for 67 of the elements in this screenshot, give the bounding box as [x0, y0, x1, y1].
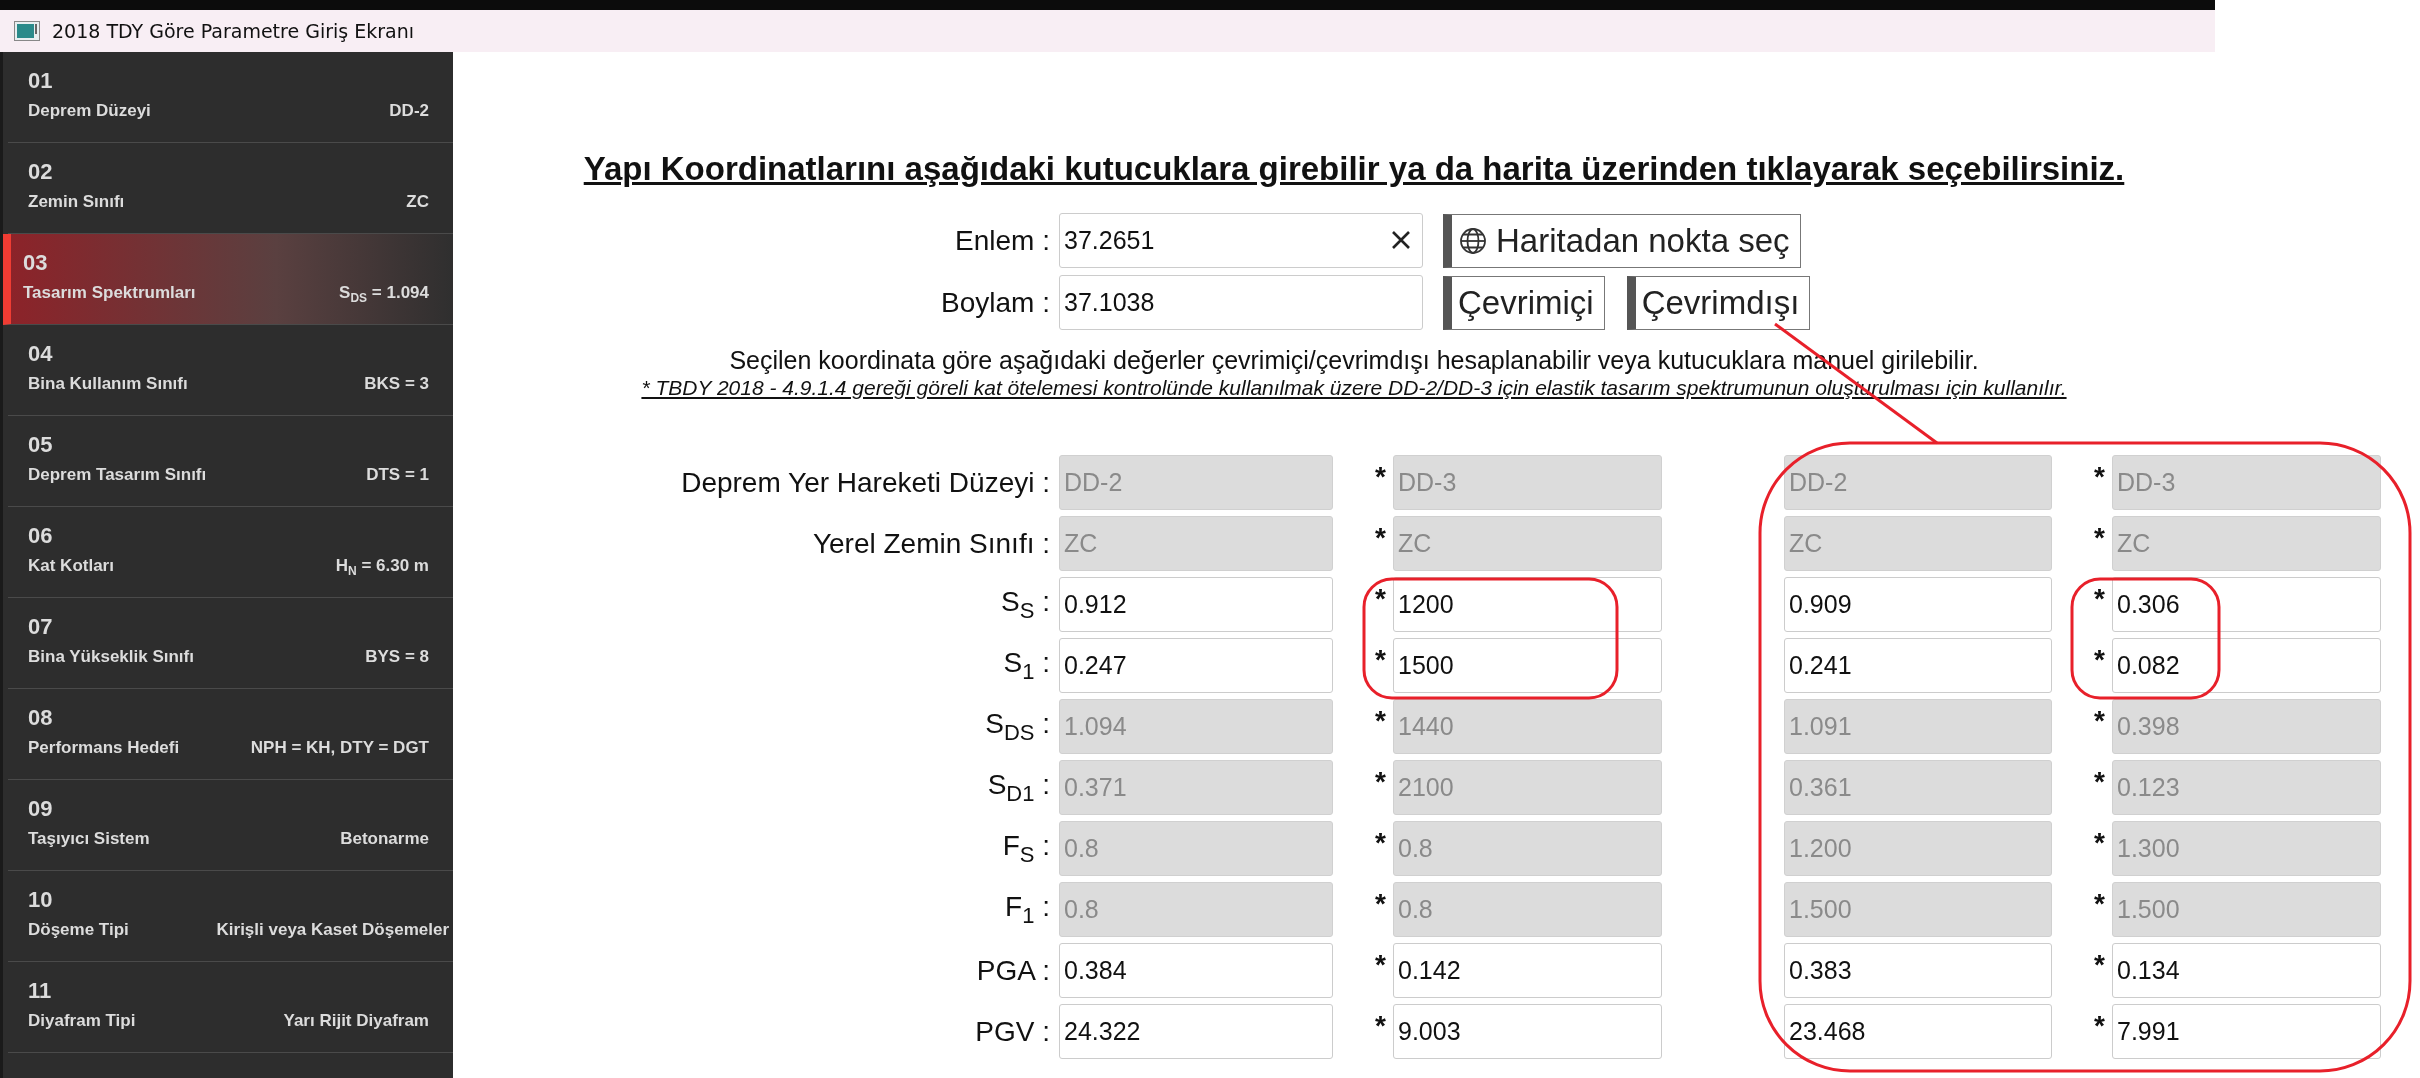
value-field[interactable]: 9.003: [1393, 1004, 1662, 1059]
value-field[interactable]: 0.082: [2112, 638, 2381, 693]
parameter-label: F$_{S}$ :: [1001, 829, 1050, 868]
required-mark: *: [1375, 887, 1387, 918]
sidebar-item[interactable]: 09 Taşıyıcı Sistem Betonarme: [8, 780, 453, 871]
required-mark: *: [1375, 460, 1387, 491]
parameter-label: S$_{S}$ :: [1000, 585, 1050, 624]
value-field[interactable]: 0.247: [1059, 638, 1333, 693]
coordinate-field[interactable]: 37.2651: [1059, 213, 1423, 268]
value-field[interactable]: 0.912: [1059, 577, 1333, 632]
instruction-heading: Yapı Koordinatlarını aşağıdaki kutucuklara girebilir ya da harita üzerinden tıklayarak seçebilirsiniz.: [582, 150, 2126, 189]
required-mark: *: [1375, 1009, 1387, 1040]
value-field[interactable]: 0.383: [1784, 943, 2052, 998]
coordinate-field[interactable]: 37.1038: [1059, 275, 1423, 330]
sidebar-item[interactable]: 04 Bina Kullanım Sınıfı BKS = 3: [8, 325, 453, 416]
window-title: 2018 TDY Göre Parametre Giriş Ekranı: [52, 20, 414, 42]
field-label: Boylam :: [940, 286, 1050, 319]
parameter-label: PGA :: [975, 954, 1050, 987]
action-button[interactable]: Haritadan nokta seç: [1443, 213, 1801, 268]
action-button[interactable]: Çevrimiçi: [1443, 275, 1605, 330]
sidebar-item[interactable]: 03 Tasarım Spektrumları S$_{DS}$ = 1.094: [3, 234, 453, 325]
parameter-label: Deprem Yer Hareketi Düzeyi :: [680, 466, 1050, 499]
app-icon: [14, 21, 40, 41]
value-field[interactable]: 0.306: [2112, 577, 2381, 632]
required-mark: *: [1375, 643, 1387, 674]
required-mark: *: [2094, 887, 2106, 918]
sidebar-item[interactable]: 01 Deprem Düzeyi DD-2: [8, 52, 453, 143]
globe-icon: [1458, 225, 1488, 256]
value-field[interactable]: 23.468: [1784, 1004, 2052, 1059]
value-field[interactable]: 0.134: [2112, 943, 2381, 998]
required-mark: *: [1375, 826, 1387, 857]
sidebar-item[interactable]: 11 Diyafram Tipi Yarı Rijit Diyafram: [8, 962, 453, 1053]
value-field[interactable]: 0.142: [1393, 943, 1662, 998]
value-field[interactable]: 24.322: [1059, 1004, 1333, 1059]
required-mark: *: [2094, 704, 2106, 735]
required-mark: *: [2094, 643, 2106, 674]
required-mark: *: [2094, 765, 2106, 796]
value-field[interactable]: 0.241: [1784, 638, 2052, 693]
field-label: Enlem :: [954, 224, 1050, 257]
required-mark: *: [2094, 582, 2106, 613]
parameter-label: S$_{1}$ :: [1002, 646, 1050, 685]
parameter-label: PGV :: [974, 1015, 1050, 1048]
required-mark: *: [1375, 948, 1387, 979]
action-button[interactable]: Çevrimdışı: [1626, 275, 1811, 330]
value-field[interactable]: 0.909: [1784, 577, 2052, 632]
sidebar-item[interactable]: 07 Bina Yükseklik Sınıfı BYS = 8: [8, 598, 453, 689]
value-field[interactable]: 0.384: [1059, 943, 1333, 998]
sidebar-item[interactable]: 06 Kat Kotları H$_{N}$ = 6.30 m: [8, 507, 453, 598]
value-field[interactable]: 1500: [1393, 638, 1662, 693]
required-mark: *: [1375, 765, 1387, 796]
required-mark: *: [1375, 582, 1387, 613]
parameter-label: F$_{1}$ :: [1004, 890, 1050, 929]
required-mark: *: [2094, 948, 2106, 979]
sidebar-item[interactable]: 08 Performans Hedefi NPH = KH, DTY = DGT: [8, 689, 453, 780]
parameter-label: S$_{DS}$ :: [984, 707, 1050, 746]
parameter-label: Yerel Zemin Sınıfı :: [811, 527, 1050, 560]
required-mark: *: [1375, 521, 1387, 552]
parameter-label: S$_{D1}$ :: [986, 768, 1050, 807]
sidebar-item[interactable]: 10 Döşeme Tipi Kirişli veya Kaset Döşemeler: [8, 871, 453, 962]
required-mark: *: [1375, 704, 1387, 735]
required-mark: *: [2094, 460, 2106, 491]
required-mark: *: [2094, 521, 2106, 552]
value-field[interactable]: 7.991: [2112, 1004, 2381, 1059]
sidebar-item[interactable]: 05 Deprem Tasarım Sınıfı DTS = 1: [8, 416, 453, 507]
required-mark: *: [2094, 826, 2106, 857]
value-field[interactable]: 1200: [1393, 577, 1662, 632]
required-mark: *: [2094, 1009, 2106, 1040]
